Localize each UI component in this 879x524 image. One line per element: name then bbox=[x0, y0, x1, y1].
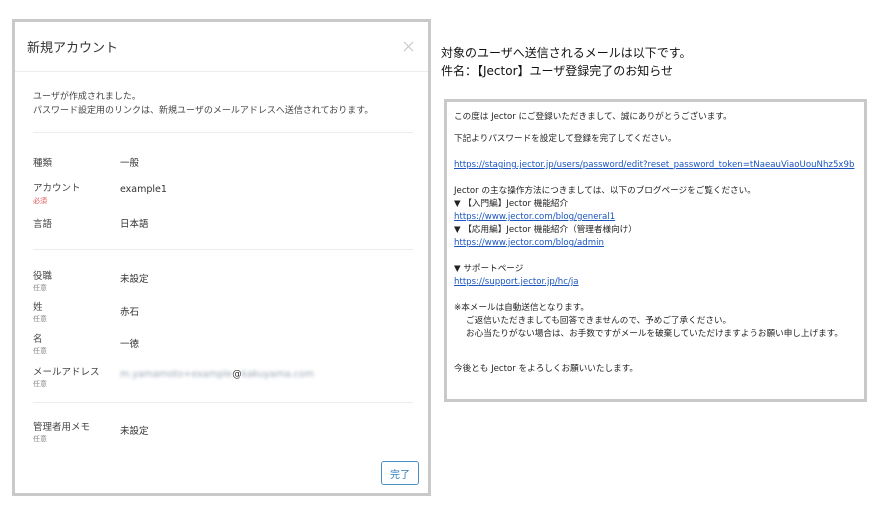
intro-blog-title: ▼ 【入門編】Jector 機能紹介 bbox=[454, 199, 569, 209]
firstname-value: 一徳 bbox=[120, 339, 140, 350]
email-subject: 件名：【Jector】ユーザ登録完了のお知らせ bbox=[441, 64, 674, 78]
divider bbox=[33, 249, 413, 250]
memo-label: 管理者用メモ bbox=[33, 422, 91, 433]
optional-badge: 任意 bbox=[33, 315, 47, 323]
new-account-modal: 新規アカウント ユーザが作成されました。 パスワード設定用のリンクは、新規ユーザ… bbox=[12, 19, 431, 496]
divider bbox=[33, 402, 413, 403]
email-preview: この度は Jector にご登録いただきまして、誠にありがとうございます。 下記… bbox=[444, 99, 867, 402]
success-message: ユーザが作成されました。 パスワード設定用のリンクは、新規ユーザのメールアドレス… bbox=[33, 90, 413, 118]
support-title: ▼ サポートページ bbox=[454, 264, 524, 274]
firstname-label: 名 bbox=[33, 334, 43, 345]
note-line-2: ご返信いただきましても回答できませんので、予めご了承ください。 bbox=[466, 316, 732, 326]
optional-badge: 任意 bbox=[33, 284, 47, 292]
email-closing: 今後とも Jector をよろしくお願いいたします。 bbox=[454, 364, 638, 374]
blog-intro: Jector の主な操作方法につきましては、以下のブログページをご覧ください。 bbox=[454, 186, 756, 196]
optional-badge: 任意 bbox=[33, 435, 47, 443]
advanced-blog-link[interactable]: https://www.jector.com/blog/admin bbox=[454, 238, 604, 248]
done-button[interactable]: 完了 bbox=[381, 461, 419, 485]
email-greeting: この度は Jector にご登録いただきまして、誠にありがとうございます。 bbox=[454, 112, 732, 122]
type-value: 一般 bbox=[120, 158, 140, 169]
optional-badge: 任意 bbox=[33, 380, 47, 388]
advanced-blog-title: ▼ 【応用編】Jector 機能紹介（管理者様向け） bbox=[454, 225, 637, 235]
type-label: 種類 bbox=[33, 158, 53, 169]
position-value: 未設定 bbox=[120, 274, 149, 285]
note-line-3: お心当たりがない場合は、お手数ですがメールを破棄していただけますようお願い申し上… bbox=[466, 329, 844, 339]
message-line-1: ユーザが作成されました。 bbox=[33, 92, 141, 102]
language-label: 言語 bbox=[33, 219, 53, 230]
account-label: アカウント bbox=[33, 183, 81, 194]
password-reset-link[interactable]: https://staging.jector.jp/users/password… bbox=[454, 160, 854, 170]
intro-blog-link[interactable]: https://www.jector.com/blog/general1 bbox=[454, 212, 615, 222]
position-label: 役職 bbox=[33, 271, 53, 282]
close-icon[interactable] bbox=[402, 40, 416, 54]
intro-line-1: 対象のユーザへ送信されるメールは以下です。 bbox=[441, 46, 692, 60]
language-value: 日本語 bbox=[120, 219, 149, 230]
email-domain: kakuyama.com bbox=[241, 369, 314, 380]
lastname-value: 赤石 bbox=[120, 307, 140, 318]
email-instruction: 下記よりパスワードを設定して登録を完了してください。 bbox=[454, 134, 677, 144]
divider bbox=[33, 132, 413, 133]
optional-badge: 任意 bbox=[33, 347, 47, 355]
email-description: 対象のユーザへ送信されるメールは以下です。 件名：【Jector】ユーザ登録完了… bbox=[441, 44, 692, 80]
account-value: example1 bbox=[120, 184, 167, 195]
message-line-2: パスワード設定用のリンクは、新規ユーザのメールアドレスへ送信されております。 bbox=[33, 106, 374, 116]
modal-header: 新規アカウント bbox=[15, 22, 428, 72]
support-link[interactable]: https://support.jector.jp/hc/ja bbox=[454, 277, 579, 287]
required-badge: 必須 bbox=[33, 197, 47, 205]
memo-value: 未設定 bbox=[120, 426, 149, 437]
modal-title: 新規アカウント bbox=[27, 41, 119, 56]
email-local-part: m.yamamoto+example bbox=[120, 369, 233, 380]
email-label: メールアドレス bbox=[33, 367, 100, 378]
email-at: @ bbox=[232, 369, 242, 380]
lastname-label: 姓 bbox=[33, 302, 43, 313]
note-line-1: ※本メールは自動送信となります。 bbox=[454, 303, 589, 313]
email-value: m.yamamoto+example@kakuyama.com bbox=[120, 369, 314, 380]
